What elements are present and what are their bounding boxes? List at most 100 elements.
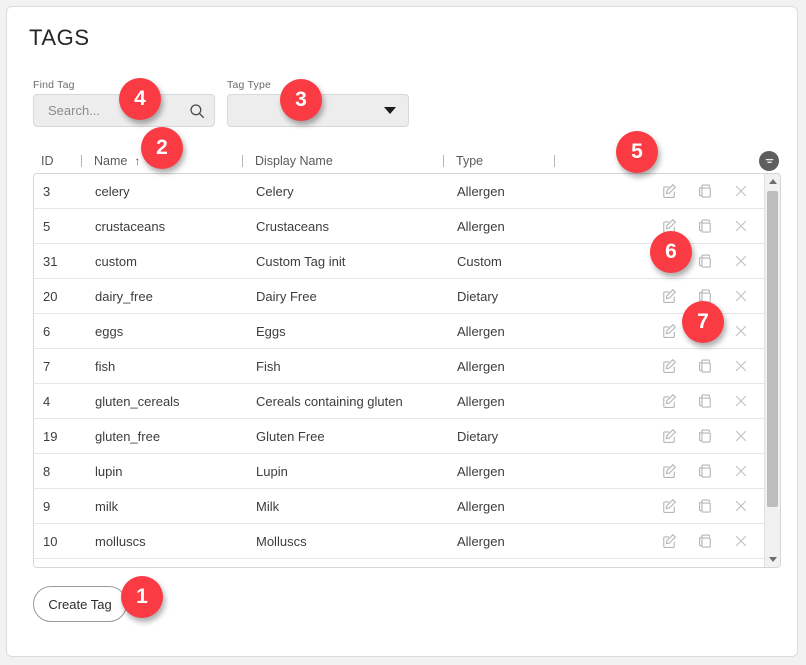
cell-id: 10: [43, 533, 58, 549]
delete-icon[interactable]: [732, 462, 750, 480]
table-row[interactable]: 20 dairy_free Dairy Free Dietary: [34, 279, 764, 314]
edit-icon[interactable]: [660, 357, 678, 375]
scroll-down-arrow-icon[interactable]: [765, 552, 780, 567]
find-tag-search-input[interactable]: [46, 102, 188, 119]
duplicate-icon[interactable]: [696, 182, 714, 200]
cell-display-name: Custom Tag init: [256, 253, 346, 269]
duplicate-icon[interactable]: [696, 497, 714, 515]
cell-actions: [554, 392, 764, 410]
cell-actions: [554, 357, 764, 375]
cell-id: 19: [43, 428, 58, 444]
annotation-badge-6: 6: [650, 231, 692, 273]
column-header-id[interactable]: ID: [33, 154, 81, 168]
annotation-badge-3: 3: [280, 79, 322, 121]
table-body: 3 celery Celery Allergen 5 crustaceans Crustac…: [34, 174, 764, 567]
chevron-down-icon[interactable]: [384, 107, 396, 114]
column-header-name-label: Name: [94, 154, 128, 168]
cell-actions: [554, 287, 764, 305]
cell-id: 5: [43, 218, 51, 234]
table-row[interactable]: 19 gluten_free Gluten Free Dietary: [34, 419, 764, 454]
duplicate-icon[interactable]: [696, 532, 714, 550]
column-header-display-name[interactable]: Display Name: [243, 154, 443, 168]
table-row[interactable]: 7 fish Fish Allergen: [34, 349, 764, 384]
edit-icon[interactable]: [660, 497, 678, 515]
cell-actions: [554, 217, 764, 235]
cell-name: fish: [95, 358, 116, 374]
cell-display-name: Fish: [256, 358, 281, 374]
cell-actions: [554, 182, 764, 200]
search-icon[interactable]: [188, 102, 206, 120]
scroll-up-arrow-icon[interactable]: [765, 174, 780, 189]
cell-type: Dietary: [457, 288, 499, 304]
cell-display-name: Molluscs: [256, 533, 307, 549]
edit-icon[interactable]: [660, 392, 678, 410]
table-vertical-scrollbar[interactable]: [764, 174, 780, 567]
cell-display-name: Milk: [256, 498, 280, 514]
table-row[interactable]: 4 gluten_cereals Cereals containing gluten…: [34, 384, 764, 419]
delete-icon[interactable]: [732, 322, 750, 340]
delete-icon[interactable]: [732, 427, 750, 445]
table-row[interactable]: 9 milk Milk Allergen: [34, 489, 764, 524]
cell-name: crustaceans: [95, 218, 166, 234]
duplicate-icon[interactable]: [696, 357, 714, 375]
cell-display-name: Crustaceans: [256, 218, 329, 234]
cell-name: celery: [95, 183, 130, 199]
create-tag-button[interactable]: Create Tag: [33, 586, 127, 622]
edit-icon[interactable]: [660, 287, 678, 305]
cell-type: Allergen: [457, 533, 505, 549]
cell-name: custom: [95, 253, 137, 269]
edit-icon[interactable]: [660, 462, 678, 480]
cell-id: 6: [43, 323, 51, 339]
delete-icon[interactable]: [732, 182, 750, 200]
duplicate-icon[interactable]: [696, 462, 714, 480]
cell-actions: [554, 497, 764, 515]
filter-icon[interactable]: [759, 151, 779, 171]
cell-name: gluten_free: [95, 428, 161, 444]
annotation-badge-5: 5: [616, 131, 658, 173]
cell-type: Allergen: [457, 218, 505, 234]
cell-id: 3: [43, 183, 51, 199]
table-row[interactable]: 6 eggs Eggs Allergen: [34, 314, 764, 349]
delete-icon[interactable]: [732, 497, 750, 515]
duplicate-icon[interactable]: [696, 392, 714, 410]
cell-type: Custom: [457, 253, 502, 269]
delete-icon[interactable]: [732, 357, 750, 375]
cell-id: 8: [43, 463, 51, 479]
duplicate-icon[interactable]: [696, 217, 714, 235]
delete-icon[interactable]: [732, 287, 750, 305]
duplicate-icon[interactable]: [696, 427, 714, 445]
delete-icon[interactable]: [732, 252, 750, 270]
scrollbar-thumb[interactable]: [767, 191, 778, 507]
cell-type: Allergen: [457, 498, 505, 514]
column-header-type-label: Type: [456, 154, 484, 168]
table-row[interactable]: 3 celery Celery Allergen: [34, 174, 764, 209]
cell-name: molluscs: [95, 533, 146, 549]
cell-id: 4: [43, 393, 51, 409]
filter-glyph: [765, 158, 773, 163]
column-header-display-name-label: Display Name: [255, 154, 333, 168]
cell-actions: [554, 322, 764, 340]
column-header-type[interactable]: Type: [444, 154, 554, 168]
cell-name: milk: [95, 498, 119, 514]
cell-display-name: Gluten Free: [256, 428, 325, 444]
edit-icon[interactable]: [660, 427, 678, 445]
duplicate-icon[interactable]: [696, 252, 714, 270]
cell-name: gluten_cereals: [95, 393, 180, 409]
edit-icon[interactable]: [660, 532, 678, 550]
cell-actions: [554, 462, 764, 480]
annotation-badge-1: 1: [121, 576, 163, 618]
cell-type: Allergen: [457, 393, 505, 409]
delete-icon[interactable]: [732, 532, 750, 550]
annotation-badge-4: 4: [119, 78, 161, 120]
delete-icon[interactable]: [732, 217, 750, 235]
delete-icon[interactable]: [732, 392, 750, 410]
cell-type: Allergen: [457, 358, 505, 374]
table-row[interactable]: [34, 559, 764, 567]
cell-name: eggs: [95, 323, 124, 339]
column-resize-handle-type[interactable]: [554, 155, 555, 167]
table-row[interactable]: 10 molluscs Molluscs Allergen: [34, 524, 764, 559]
table-row[interactable]: 8 lupin Lupin Allergen: [34, 454, 764, 489]
edit-icon[interactable]: [660, 182, 678, 200]
edit-icon[interactable]: [660, 322, 678, 340]
sort-ascending-icon[interactable]: ↑: [134, 155, 140, 167]
